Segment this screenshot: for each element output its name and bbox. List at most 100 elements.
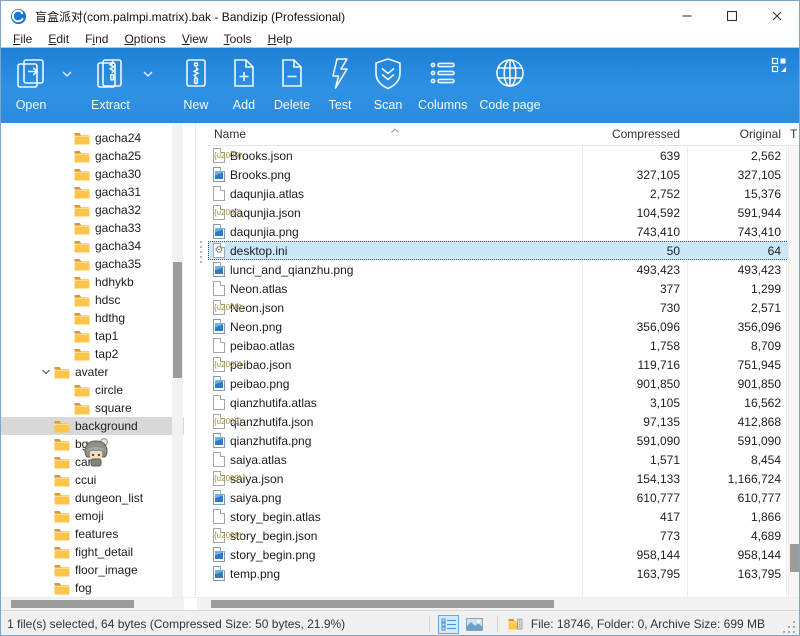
toolbar-columns-label: Columns (418, 98, 467, 112)
menu-edit[interactable]: Edit (40, 32, 77, 46)
folder-label: gacha31 (95, 185, 141, 199)
atlas-file-icon (213, 509, 225, 524)
column-header-compressed[interactable]: Compressed (582, 127, 687, 141)
tree-item-ccui[interactable]: ccui (1, 471, 184, 489)
toolbar-columns-button[interactable]: Columns (412, 55, 473, 112)
tree-item-gacha33[interactable]: gacha33 (1, 219, 184, 237)
menu-find[interactable]: Find (77, 32, 116, 46)
toolbar-codepage-button[interactable]: Code page (473, 55, 546, 112)
pane-splitter[interactable] (195, 123, 208, 597)
sidebar-vertical-scrollbar[interactable] (172, 123, 183, 597)
toolbar-add-button[interactable]: Add (220, 55, 268, 112)
scrollbar-thumb[interactable] (173, 262, 182, 378)
menu-options[interactable]: Options (116, 32, 173, 46)
file-row-desktop.ini[interactable]: desktop.ini5064C (208, 241, 799, 260)
tree-item-fight_detail[interactable]: fight_detail (1, 543, 184, 561)
tree-item-gacha35[interactable]: gacha35 (1, 255, 184, 273)
folder-label: background (75, 419, 138, 433)
scrollbar-thumb[interactable] (11, 600, 134, 608)
tree-item-hdhykb[interactable]: hdhykb (1, 273, 184, 291)
tree-item-gacha30[interactable]: gacha30 (1, 165, 184, 183)
file-row-daqunjia.atlas[interactable]: daqunjia.atlas2,75215,376A (208, 184, 799, 203)
tree-item-emoji[interactable]: emoji (1, 507, 184, 525)
file-row-Brooks.json[interactable]: Brooks.json6392,562J (208, 146, 799, 165)
details-view-button[interactable] (438, 615, 459, 634)
file-rows: Brooks.json6392,562JBrooks.png327,105327… (208, 146, 799, 583)
chevron-expanded-icon[interactable] (38, 368, 54, 376)
toolbar-extract-dropdown[interactable] (136, 55, 160, 93)
toolbar-group-add: Add (220, 55, 268, 112)
tree-item-gacha24[interactable]: gacha24 (1, 129, 184, 147)
file-row-story_begin.json[interactable]: story_begin.json7734,689J (208, 526, 799, 545)
tree-item-square[interactable]: square (1, 399, 184, 417)
file-name: Neon.png (230, 320, 282, 334)
toolbar-open-dropdown[interactable] (55, 55, 79, 93)
file-row-peibao.atlas[interactable]: peibao.atlas1,7588,709A (208, 336, 799, 355)
compressed-size: 119,716 (582, 358, 687, 372)
tree-item-dungeon_list[interactable]: dungeon_list (1, 489, 184, 507)
scrollbar-thumb[interactable] (790, 544, 799, 572)
file-row-peibao.png[interactable]: peibao.png901,850901,850P (208, 374, 799, 393)
tree-item-circle[interactable]: circle (1, 381, 184, 399)
file-row-Neon.png[interactable]: Neon.png356,096356,096P (208, 317, 799, 336)
file-row-saiya.atlas[interactable]: saiya.atlas1,5718,454A (208, 450, 799, 469)
file-row-peibao.json[interactable]: peibao.json119,716751,945J (208, 355, 799, 374)
file-row-lunci_and_qianzhu.png[interactable]: lunci_and_qianzhu.png493,423493,423P (208, 260, 799, 279)
file-row-daqunjia.json[interactable]: daqunjia.json104,592591,944J (208, 203, 799, 222)
toolbar-scan-button[interactable]: Scan (364, 55, 412, 112)
column-header-type[interactable]: T (786, 127, 799, 141)
tree-item-gacha31[interactable]: gacha31 (1, 183, 184, 201)
file-row-story_begin.png[interactable]: story_begin.png958,144958,144P (208, 545, 799, 564)
file-row-Brooks.png[interactable]: Brooks.png327,105327,105P (208, 165, 799, 184)
tree-item-features[interactable]: features (1, 525, 184, 543)
resize-grip[interactable] (782, 620, 796, 634)
file-name: peibao.png (230, 377, 289, 391)
maximize-button[interactable] (709, 1, 754, 31)
file-row-Neon.atlas[interactable]: Neon.atlas3771,299A (208, 279, 799, 298)
tree-item-gacha25[interactable]: gacha25 (1, 147, 184, 165)
menu-help[interactable]: Help (260, 32, 301, 46)
tree-item-avater[interactable]: avater (1, 363, 184, 381)
sidebar-horizontal-scrollbar[interactable] (1, 598, 184, 610)
file-row-temp.png[interactable]: temp.png163,795163,795P (208, 564, 799, 583)
toolbar-group-codepage: Code page (473, 55, 546, 112)
compressed-size: 377 (582, 282, 687, 296)
column-header-original[interactable]: Original (687, 127, 786, 141)
json-file-icon (213, 471, 225, 486)
file-row-qianzhutifa.json[interactable]: qianzhutifa.json97,135412,868J (208, 412, 799, 431)
tree-item-hdsc[interactable]: hdsc (1, 291, 184, 309)
file-list-vertical-scrollbar[interactable] (788, 146, 799, 597)
tree-item-hdthg[interactable]: hdthg (1, 309, 184, 327)
close-button[interactable] (754, 1, 799, 31)
file-row-qianzhutifa.atlas[interactable]: qianzhutifa.atlas3,10516,562A (208, 393, 799, 412)
tree-item-floor_image[interactable]: floor_image (1, 561, 184, 579)
file-row-saiya.png[interactable]: saiya.png610,777610,777P (208, 488, 799, 507)
preview-view-button[interactable] (463, 615, 484, 634)
file-row-saiya.json[interactable]: saiya.json154,1331,166,724J (208, 469, 799, 488)
tree-item-tap2[interactable]: tap2 (1, 345, 184, 363)
file-list-horizontal-scrollbar[interactable] (197, 598, 799, 610)
file-row-Neon.json[interactable]: Neon.json7302,571J (208, 298, 799, 317)
tree-item-gacha34[interactable]: gacha34 (1, 237, 184, 255)
menu-file[interactable]: File (5, 32, 40, 46)
toolbar-extract-button[interactable]: Extract (85, 55, 136, 112)
toolbar-delete-button[interactable]: Delete (268, 55, 316, 112)
open-folder-icon (508, 617, 525, 631)
open-folder-button[interactable] (506, 615, 527, 634)
menu-tools[interactable]: Tools (216, 32, 260, 46)
title-bar[interactable]: 盲盒派对(com.palmpi.matrix).bak - Bandizip (… (1, 1, 799, 31)
file-row-qianzhutifa.png[interactable]: qianzhutifa.png591,090591,090P (208, 431, 799, 450)
tree-item-background[interactable]: background (1, 417, 184, 435)
toolbar-layout-grid-icon[interactable] (771, 57, 787, 73)
tree-item-tap1[interactable]: tap1 (1, 327, 184, 345)
tree-item-gacha32[interactable]: gacha32 (1, 201, 184, 219)
toolbar-test-button[interactable]: Test (316, 55, 364, 112)
menu-view[interactable]: View (174, 32, 216, 46)
toolbar-open-button[interactable]: Open (7, 55, 55, 112)
toolbar-new-button[interactable]: New (172, 55, 220, 112)
tree-item-fog[interactable]: fog (1, 579, 184, 597)
file-row-story_begin.atlas[interactable]: story_begin.atlas4171,866A (208, 507, 799, 526)
scrollbar-thumb[interactable] (211, 600, 554, 608)
file-row-daqunjia.png[interactable]: daqunjia.png743,410743,410P (208, 222, 799, 241)
minimize-button[interactable] (664, 1, 709, 31)
